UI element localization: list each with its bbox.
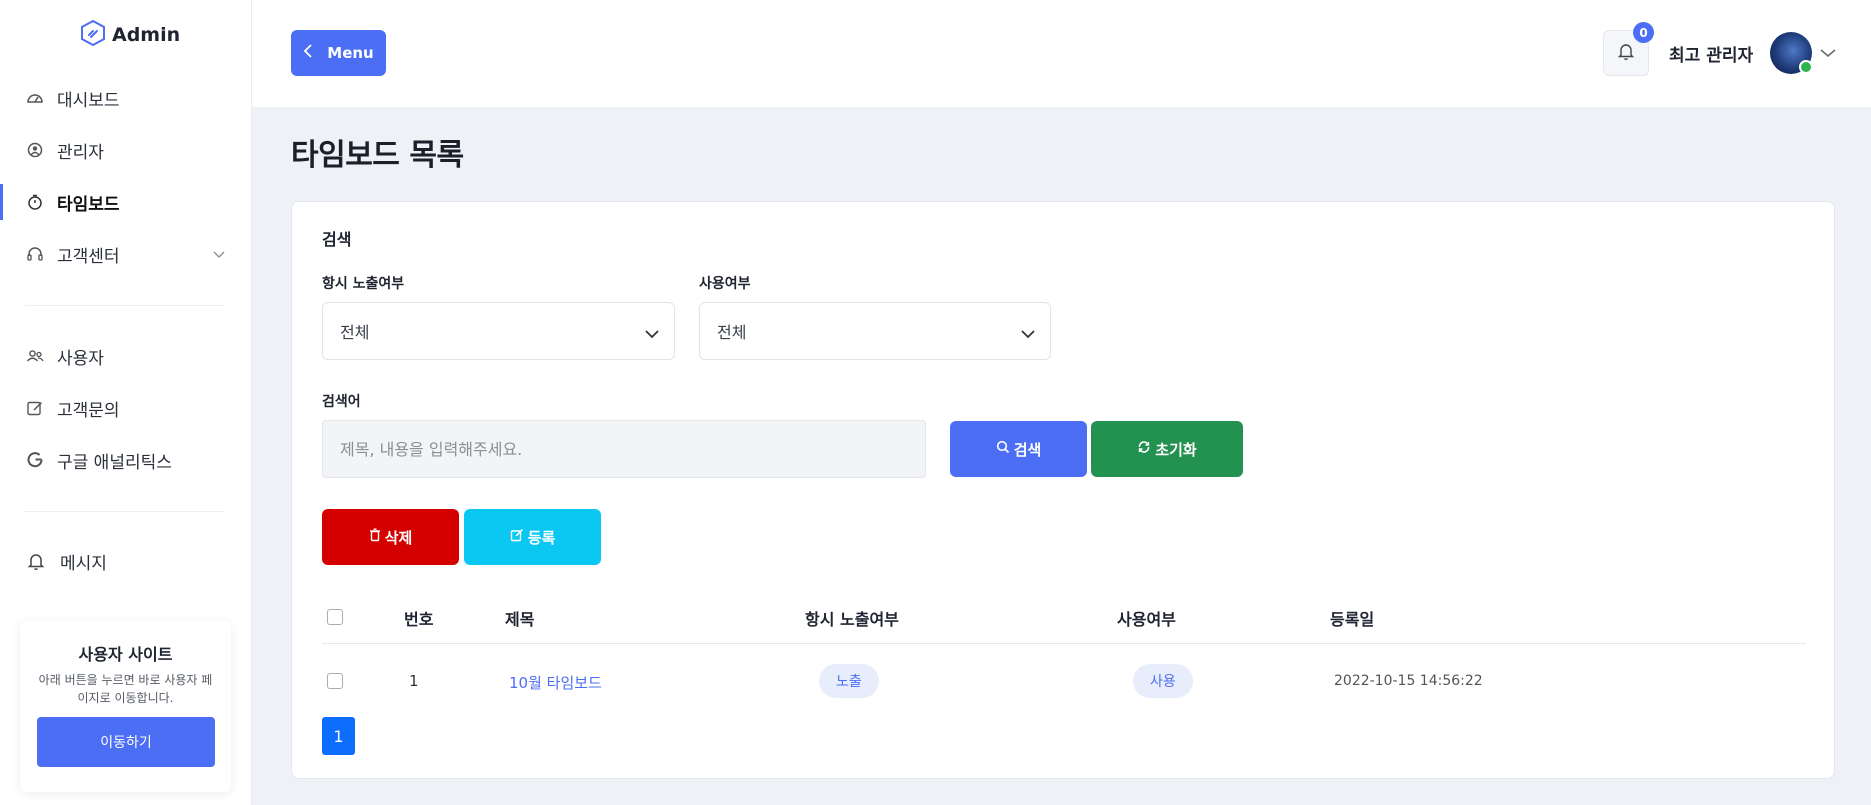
reset-button[interactable]: 초기화: [1091, 421, 1243, 477]
headset-icon: [26, 245, 44, 263]
row-title-link[interactable]: 10월 타임보드: [509, 672, 602, 693]
sidebar-item-label: 메시지: [60, 553, 107, 574]
always-show-label: 항시 노출여부: [322, 276, 405, 292]
sidebar-item-label: 타임보드: [57, 194, 120, 215]
reset-button-label: 초기화: [1155, 440, 1197, 459]
always-show-selected-value: 전체: [340, 323, 370, 342]
sidebar-item-inquiries[interactable]: 고객문의: [0, 382, 252, 434]
search-button[interactable]: 검색: [950, 421, 1087, 477]
go-to-user-site-button[interactable]: 이동하기: [37, 717, 215, 767]
brand-logo[interactable]: Admin: [80, 19, 181, 50]
bell-icon: [27, 552, 45, 571]
row-checkbox[interactable]: [327, 673, 343, 689]
row-no: 1: [409, 672, 419, 690]
sidebar-item-label: 사용자: [57, 348, 104, 369]
bell-icon: [1617, 41, 1635, 65]
row-date: 2022-10-15 14:56:22: [1334, 673, 1483, 689]
timeboard-list-card: 검색 항시 노출여부 전체 사용여부 전체 검색어 검색 초기화 삭제: [291, 201, 1835, 779]
search-icon: [996, 440, 1010, 458]
chevron-down-icon[interactable]: [212, 246, 226, 266]
stopwatch-icon: [26, 193, 44, 211]
chevron-down-icon: [644, 325, 660, 344]
table-header: 번호 제목 항시 노출여부 사용여부 등록일: [322, 600, 1806, 644]
sidebar-item-label: 고객문의: [57, 400, 120, 421]
keyword-search-input[interactable]: [322, 420, 926, 478]
user-site-desc: 아래 버튼을 누르면 바로 사용자 페이지로 이동합니다.: [38, 673, 213, 705]
delete-button[interactable]: 삭제: [322, 509, 459, 565]
column-header-use: 사용여부: [1117, 610, 1176, 629]
always-show-select[interactable]: 전체: [322, 302, 675, 360]
sidebar-item-messages[interactable]: 메시지: [0, 535, 252, 587]
users-icon: [26, 347, 44, 365]
sidebar-divider: [25, 511, 225, 512]
refresh-icon: [1137, 440, 1151, 458]
chevron-left-icon: [303, 44, 313, 62]
pagination-page-1[interactable]: 1: [322, 717, 355, 755]
column-header-no: 번호: [404, 610, 434, 629]
sidebar-item-google-analytics[interactable]: 구글 애널리틱스: [0, 434, 252, 486]
chevron-down-icon[interactable]: [1819, 45, 1837, 64]
menu-toggle-button[interactable]: Menu: [291, 30, 386, 76]
sidebar-nav-main: 대시보드 관리자 타임보드 고객센터: [0, 72, 252, 280]
trash-icon: [369, 528, 381, 546]
sidebar-item-timeboard[interactable]: 타임보드: [0, 176, 252, 228]
online-status-dot: [1799, 60, 1813, 74]
sidebar-item-users[interactable]: 사용자: [0, 330, 252, 382]
register-button-label: 등록: [527, 528, 556, 547]
sidebar-item-admin[interactable]: 관리자: [0, 124, 252, 176]
sidebar-divider: [25, 305, 225, 306]
brand-name: Admin: [112, 24, 181, 46]
notification-count-badge: 0: [1633, 22, 1654, 43]
sidebar-item-dashboard[interactable]: 대시보드: [0, 72, 252, 124]
user-site-title: 사용자 사이트: [78, 645, 173, 664]
use-selected-value: 전체: [717, 323, 747, 342]
column-header-always-show: 항시 노출여부: [805, 610, 899, 629]
column-header-title: 제목: [505, 610, 535, 629]
search-section-label: 검색: [322, 230, 352, 249]
chevron-down-icon: [1020, 325, 1036, 344]
search-button-label: 검색: [1013, 440, 1042, 459]
admin-icon: [26, 141, 44, 159]
sidebar-nav-secondary: 사용자 고객문의 구글 애널리틱스: [0, 330, 252, 486]
page-title: 타임보드 목록: [291, 138, 464, 173]
top-header: Menu 0 최고 관리자: [252, 0, 1871, 107]
table-row: 1 10월 타임보드 노출 사용 2022-10-15 14:56:22: [322, 645, 1806, 715]
user-site-card: 사용자 사이트 아래 버튼을 누르면 바로 사용자 페이지로 이동합니다. 이동…: [20, 621, 231, 792]
sidebar-item-customer-center[interactable]: 고객센터: [0, 228, 252, 280]
logo-icon: [80, 19, 106, 50]
select-all-checkbox[interactable]: [327, 609, 343, 625]
keyword-label: 검색어: [322, 394, 361, 410]
use-label: 사용여부: [699, 276, 751, 292]
sidebar-item-label: 관리자: [57, 142, 104, 163]
dashboard-gauge-icon: [26, 89, 44, 107]
delete-button-label: 삭제: [384, 528, 413, 547]
sidebar: Admin 대시보드 관리자 타임보드 고객센터 사용자 고객문의 구글 애널리…: [0, 0, 252, 805]
menu-label: Menu: [327, 44, 374, 62]
use-badge: 사용: [1133, 664, 1193, 698]
use-select[interactable]: 전체: [699, 302, 1051, 360]
sidebar-item-label: 고객센터: [57, 246, 120, 267]
edit-icon: [510, 528, 524, 546]
admin-name[interactable]: 최고 관리자: [1669, 41, 1753, 66]
column-header-date: 등록일: [1330, 610, 1375, 629]
sidebar-item-label: 대시보드: [57, 90, 120, 111]
sidebar-item-label: 구글 애널리틱스: [57, 452, 172, 473]
sidebar-nav-messages: 메시지: [0, 535, 252, 587]
register-button[interactable]: 등록: [464, 509, 601, 565]
google-icon: [26, 451, 44, 469]
edit-note-icon: [26, 399, 44, 417]
always-show-badge: 노출: [819, 664, 879, 698]
